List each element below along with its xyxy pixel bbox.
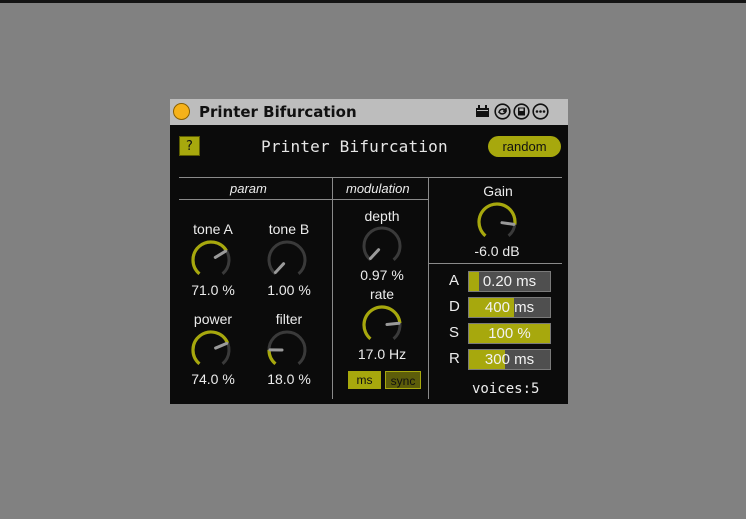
device-panel: Printer Bifurcation ? Printer Bifurcatio… bbox=[170, 99, 568, 404]
knob-needle bbox=[214, 341, 229, 350]
device-power-button[interactable] bbox=[173, 103, 190, 120]
sustain-number-box[interactable]: 100 % bbox=[468, 323, 551, 344]
tone-a-value: 71.0 % bbox=[191, 282, 235, 298]
attack-number-box[interactable]: 0.20 ms bbox=[468, 271, 551, 292]
param-mod-divider bbox=[332, 177, 333, 399]
release-label: R bbox=[449, 350, 460, 367]
rate-value: 17.0 Hz bbox=[357, 346, 407, 362]
sync-toggle[interactable]: sync bbox=[385, 371, 421, 389]
save-icon[interactable] bbox=[513, 103, 530, 120]
filter-knob[interactable] bbox=[266, 329, 308, 376]
attack-value: 0.20 ms bbox=[482, 273, 537, 290]
knob-needle bbox=[368, 248, 381, 260]
modulation-section-label: modulation bbox=[346, 181, 410, 196]
depth-knob[interactable] bbox=[361, 225, 403, 272]
tone-b-label: tone B bbox=[268, 221, 310, 237]
release-value: 300 ms bbox=[484, 351, 535, 368]
knob-graphic bbox=[267, 240, 307, 275]
knob-value-arc bbox=[191, 240, 228, 276]
top-strip bbox=[0, 0, 746, 3]
power-knob[interactable] bbox=[190, 329, 232, 376]
knob-graphic bbox=[477, 202, 517, 238]
gain-value: -6.0 dB bbox=[474, 243, 520, 259]
power-value: 74.0 % bbox=[191, 371, 235, 387]
help-button[interactable]: ? bbox=[179, 136, 200, 156]
tone-b-knob[interactable] bbox=[266, 239, 308, 286]
knob-graphic bbox=[191, 330, 231, 366]
sync-icon[interactable] bbox=[494, 103, 511, 120]
depth-label: depth bbox=[364, 208, 400, 224]
tone-b-value: 1.00 % bbox=[267, 282, 311, 298]
section-divider bbox=[179, 199, 428, 200]
decay-value: 400 ms bbox=[484, 299, 535, 316]
power-label: power bbox=[193, 311, 233, 327]
tone-a-knob[interactable] bbox=[190, 239, 232, 286]
knob-needle bbox=[213, 249, 228, 259]
knob-graphic bbox=[191, 240, 231, 276]
knob-needle bbox=[385, 321, 401, 326]
knob-track bbox=[267, 330, 307, 365]
attack-label: A bbox=[449, 272, 460, 289]
decay-label: D bbox=[449, 298, 460, 315]
release-number-box[interactable]: 300 ms bbox=[468, 349, 551, 370]
knob-graphic bbox=[362, 305, 402, 341]
knob-needle bbox=[273, 262, 286, 274]
rate-label: rate bbox=[369, 286, 395, 302]
knob-track bbox=[267, 240, 307, 275]
plug-icon[interactable] bbox=[474, 103, 491, 120]
knob-value-arc bbox=[191, 330, 230, 366]
header-divider bbox=[179, 177, 562, 178]
ms-toggle[interactable]: ms bbox=[348, 371, 381, 389]
depth-value: 0.97 % bbox=[360, 267, 404, 283]
gain-label: Gain bbox=[483, 183, 513, 199]
tone-a-label: tone A bbox=[193, 221, 233, 237]
filter-label: filter bbox=[275, 311, 303, 327]
param-section-label: param bbox=[230, 181, 267, 196]
mod-gain-divider bbox=[428, 177, 429, 399]
gain-knob[interactable] bbox=[476, 201, 518, 248]
knob-graphic bbox=[267, 330, 307, 366]
gain-adsr-divider bbox=[428, 263, 562, 264]
filter-value: 18.0 % bbox=[267, 371, 311, 387]
knob-graphic bbox=[362, 226, 402, 261]
voices-readout: voices:5 bbox=[472, 381, 540, 397]
device-name: Printer Bifurcation bbox=[261, 137, 448, 156]
knob-value-arc bbox=[477, 202, 517, 238]
decay-number-box[interactable]: 400 ms bbox=[468, 297, 551, 318]
random-button[interactable]: random bbox=[488, 136, 561, 157]
knob-track bbox=[362, 226, 402, 261]
sustain-label: S bbox=[449, 324, 460, 341]
sustain-value: 100 % bbox=[488, 325, 531, 342]
device-title: Printer Bifurcation bbox=[199, 103, 357, 121]
rate-knob[interactable] bbox=[361, 304, 403, 351]
device-titlebar: Printer Bifurcation bbox=[170, 99, 568, 125]
knob-value-arc bbox=[267, 349, 277, 366]
knob-needle bbox=[500, 221, 516, 226]
more-icon[interactable] bbox=[532, 103, 549, 120]
